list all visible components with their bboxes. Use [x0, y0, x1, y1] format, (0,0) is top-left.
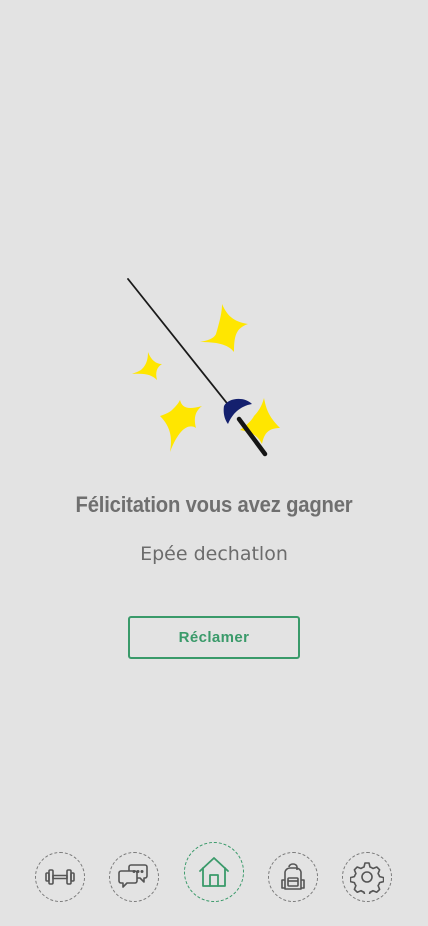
- sparkle-large: [200, 304, 248, 352]
- nav-item-messages[interactable]: [109, 852, 159, 902]
- nav-item-settings[interactable]: [342, 852, 392, 902]
- sword-sparkles-icon: [127, 278, 280, 457]
- reward-item-name: Epée dechatlon: [140, 543, 288, 565]
- gear-icon: [350, 862, 384, 894]
- nav-item-training[interactable]: [35, 852, 85, 902]
- chat-icon: [118, 864, 148, 888]
- claim-button[interactable]: Réclamer: [128, 616, 300, 659]
- sparkle-bottom-left: [160, 400, 202, 452]
- sparkle-small: [132, 352, 162, 380]
- nav-item-home[interactable]: [184, 842, 244, 902]
- home-icon: [199, 857, 229, 887]
- reward-illustration: [124, 276, 284, 458]
- dumbbell-icon: [45, 869, 75, 885]
- nav-item-inventory[interactable]: [268, 852, 318, 902]
- bottom-navigation: [0, 840, 428, 910]
- congratulations-title: Félicitation vous avez gagner: [75, 492, 353, 517]
- backpack-icon: [281, 863, 305, 890]
- sword-blade: [127, 278, 235, 413]
